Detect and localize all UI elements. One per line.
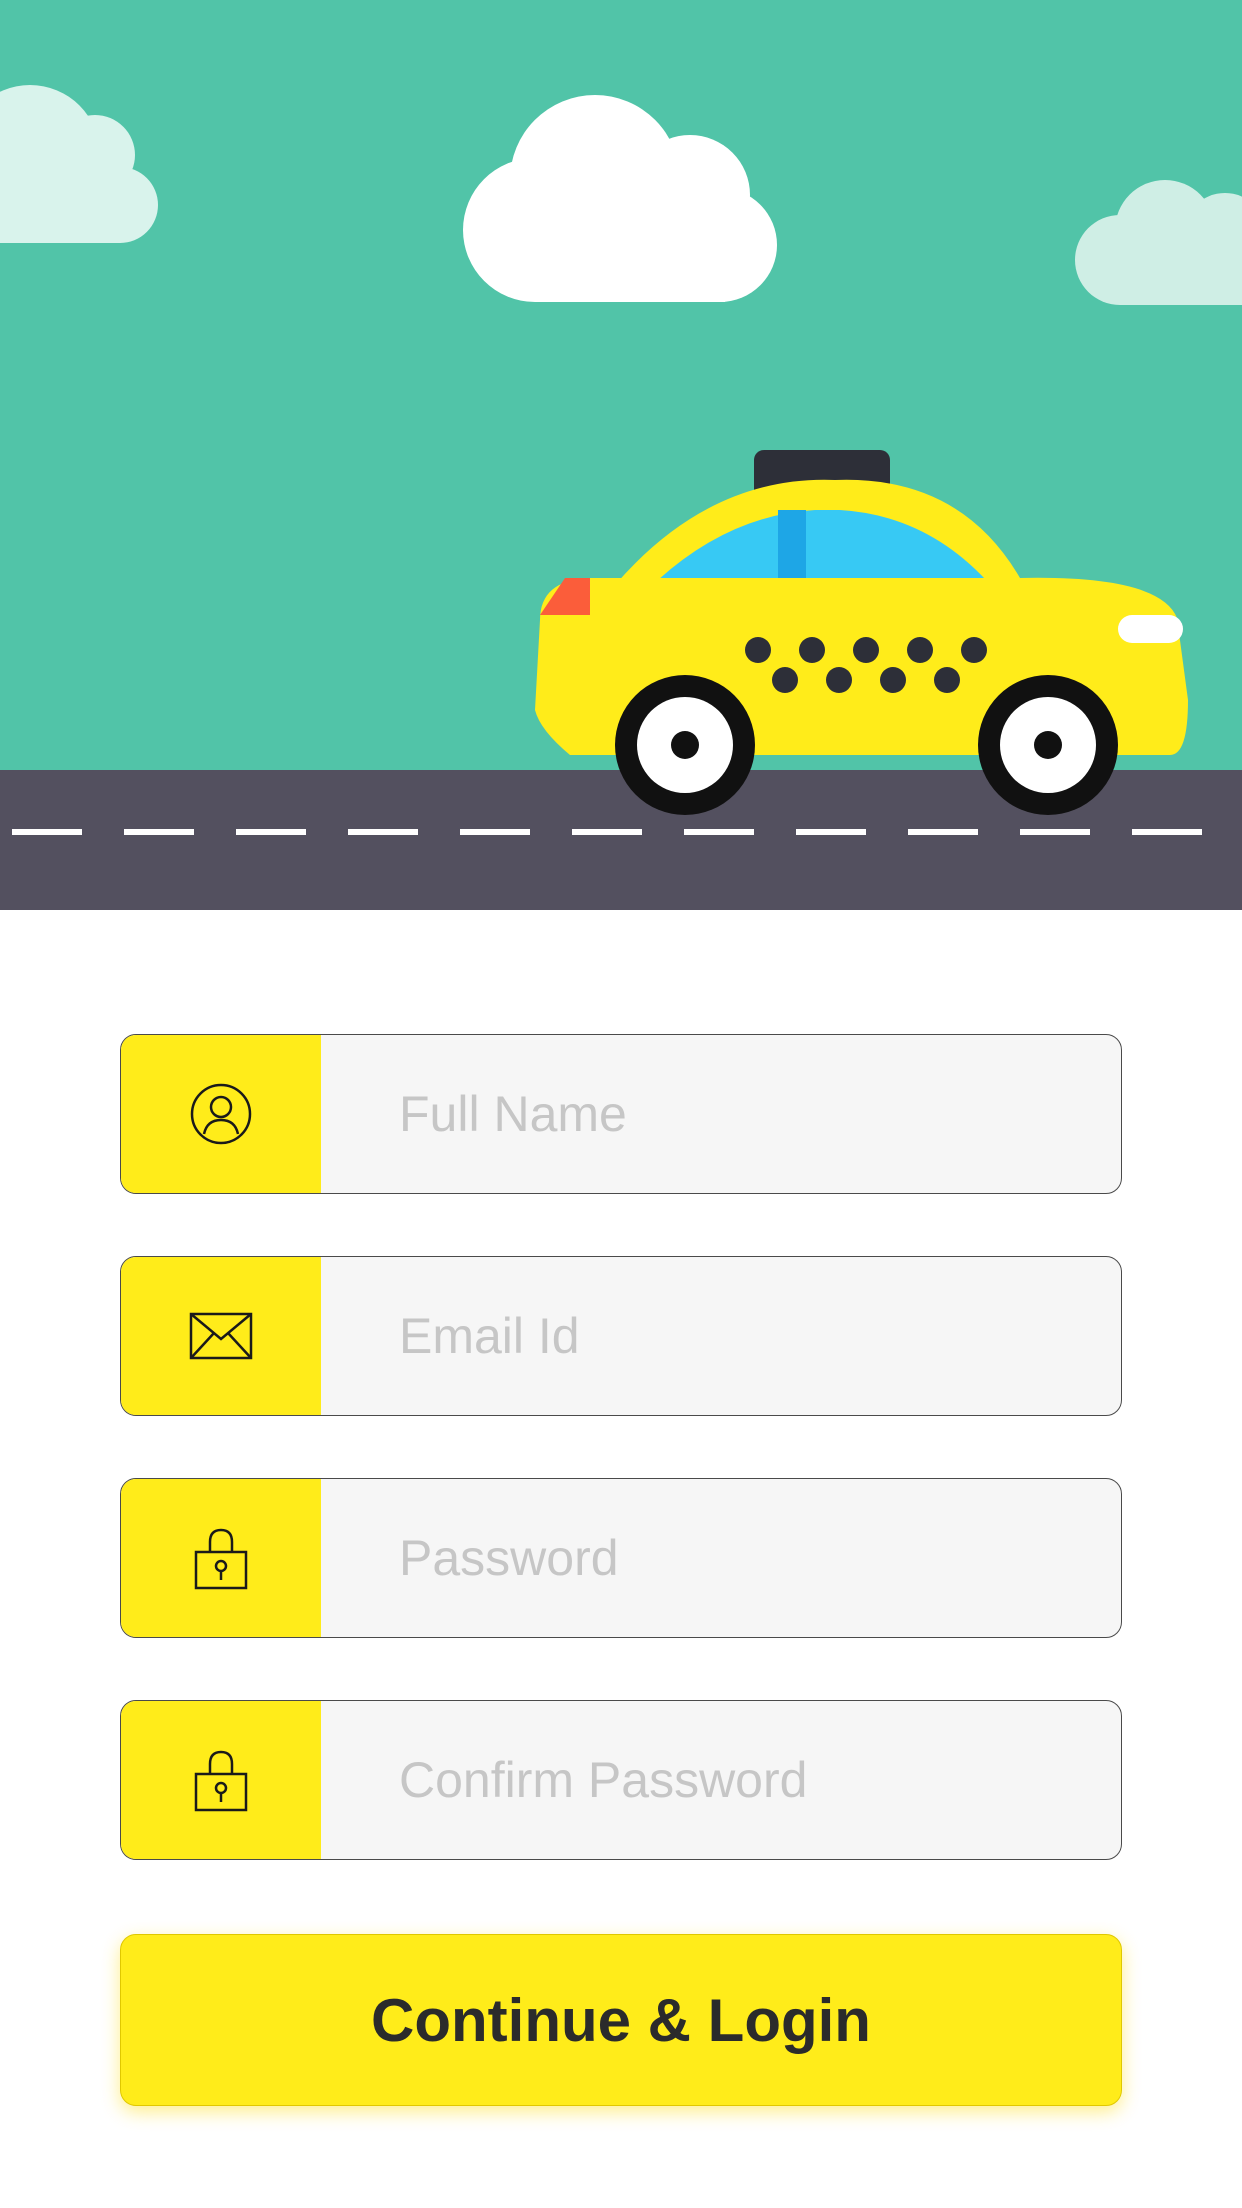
- continue-login-button[interactable]: Continue & Login: [120, 1934, 1122, 2106]
- full-name-icon-box: [121, 1035, 321, 1193]
- envelope-icon: [189, 1312, 253, 1360]
- cloud-right: [1075, 180, 1242, 305]
- password-input[interactable]: [321, 1479, 1121, 1637]
- cloud-center: [463, 95, 777, 302]
- confirm-password-field: [120, 1700, 1122, 1860]
- confirm-password-input[interactable]: [321, 1701, 1121, 1859]
- taxi-car-illustration: [535, 450, 1188, 815]
- user-icon: [190, 1083, 252, 1145]
- lock-icon: [194, 1750, 248, 1812]
- lock-icon: [194, 1528, 248, 1590]
- email-field: [120, 1256, 1122, 1416]
- hero-illustration: [0, 0, 1242, 910]
- password-field: [120, 1478, 1122, 1638]
- road-dashes: [0, 829, 1242, 835]
- signup-form: [120, 1034, 1122, 1922]
- email-input[interactable]: [321, 1257, 1121, 1415]
- confirm-password-icon-box: [121, 1701, 321, 1859]
- full-name-input[interactable]: [321, 1035, 1121, 1193]
- password-icon-box: [121, 1479, 321, 1637]
- continue-login-label: Continue & Login: [371, 1986, 871, 2054]
- email-icon-box: [121, 1257, 321, 1415]
- cloud-left: [0, 85, 158, 243]
- full-name-field: [120, 1034, 1122, 1194]
